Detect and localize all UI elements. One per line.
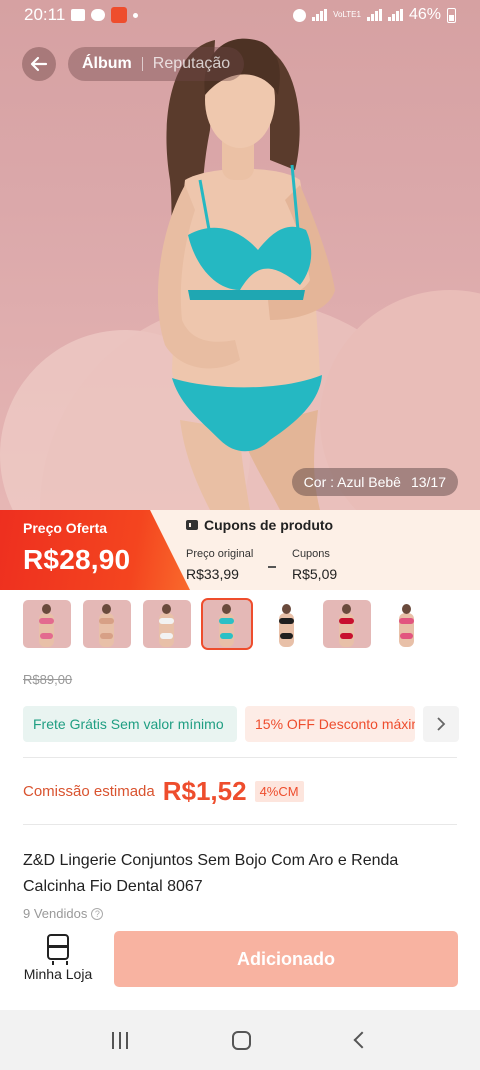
gallery-notification-icon	[71, 9, 86, 21]
coupon-col: Cupons R$5,09	[292, 548, 337, 582]
media-tabs: Álbum Reputação	[68, 47, 245, 81]
status-bar: 20:11 VoLTE1 46%	[0, 0, 480, 30]
tab-album[interactable]: Álbum	[82, 55, 132, 73]
product-image[interactable]	[0, 0, 480, 510]
variant-swatch-bottom	[280, 633, 293, 639]
added-button[interactable]: Adicionado	[114, 931, 458, 987]
action-bar: Minha Loja Adicionado	[0, 920, 480, 1008]
recent-apps-button[interactable]	[112, 1031, 129, 1049]
variant-swatch-bottom	[100, 633, 113, 639]
price-banner[interactable]: Preço Oferta R$28,90 Cupons de produto P…	[0, 510, 480, 590]
system-navigation-bar	[0, 1010, 480, 1070]
commission-value: R$1,52	[162, 776, 247, 806]
commission-label: Comissão estimada	[23, 783, 155, 800]
variant-thumbnail-rose[interactable]	[383, 600, 431, 648]
store-icon	[47, 934, 69, 965]
variant-swatch-top	[279, 618, 294, 624]
divider	[23, 824, 457, 825]
battery-icon	[447, 7, 456, 23]
coupon-label: Cupons	[292, 548, 330, 560]
model-photo	[157, 38, 335, 510]
list-price: R$89,00	[23, 672, 73, 687]
variant-swatch-bottom	[160, 633, 173, 639]
sold-count-text: 9 Vendidos	[23, 906, 88, 921]
offer-label: Preço Oferta	[23, 520, 108, 536]
coupons-title: Cupons de produto	[186, 517, 333, 533]
battery-percent: 46%	[408, 6, 441, 23]
original-price-label: Preço original	[186, 548, 254, 560]
commission-rate-badge: 4%CM	[254, 781, 304, 802]
more-promotions-button[interactable]	[423, 706, 459, 742]
variant-figure-head	[42, 604, 51, 614]
coupon-value: R$5,09	[292, 566, 338, 582]
variant-swatch-top	[39, 618, 54, 624]
color-label: Cor : Azul Bebê	[303, 474, 401, 490]
offer-price: R$28,90	[23, 544, 131, 575]
back-button[interactable]	[22, 47, 56, 81]
home-button[interactable]	[232, 1030, 252, 1050]
variant-thumbnail-black[interactable]	[263, 600, 311, 648]
chevron-right-icon	[437, 717, 446, 731]
lte-icon: VoLTE1	[333, 10, 361, 19]
variant-figure-head	[162, 604, 171, 614]
coupon-icon	[186, 520, 198, 530]
variant-swatch-bottom	[340, 633, 353, 639]
help-icon[interactable]: ?	[91, 907, 104, 920]
discount-tag[interactable]: 15% OFF Desconto máximo	[245, 706, 415, 742]
variant-figure-head	[102, 604, 111, 614]
tab-reputation[interactable]: Reputação	[153, 55, 230, 73]
my-store-button[interactable]: Minha Loja	[18, 934, 98, 994]
variant-figure-head	[342, 604, 351, 614]
coupons-title-text: Cupons de produto	[204, 517, 334, 533]
divider	[23, 757, 457, 758]
variant-swatch-bottom	[40, 633, 53, 639]
system-back-button[interactable]	[353, 1031, 371, 1049]
commission-row: Comissão estimada R$1,52 4%CM	[23, 776, 304, 807]
variant-thumbnail-pink[interactable]	[23, 600, 71, 648]
product-title: Z&D Lingerie Conjuntos Sem Bojo Com Aro …	[23, 852, 399, 895]
variant-swatch-top	[339, 618, 354, 624]
sold-count: 9 Vendidos ?	[23, 906, 104, 921]
variant-thumbnails	[23, 598, 463, 652]
back-arrow-icon	[30, 56, 48, 72]
wifi-icon	[312, 9, 328, 21]
offer-price-block: Preço Oferta R$28,90	[0, 510, 190, 590]
minus-icon	[268, 566, 276, 568]
more-notifications-icon	[133, 12, 139, 18]
variant-figure-head	[222, 604, 231, 614]
variant-thumbnail-red[interactable]	[323, 600, 371, 648]
alarm-icon	[293, 8, 307, 22]
my-store-label: Minha Loja	[23, 966, 93, 982]
free-shipping-tag[interactable]: Frete Grátis Sem valor mínimo	[23, 706, 237, 742]
image-counter: 13/17	[410, 474, 446, 490]
signal-icon	[366, 9, 382, 21]
signal-icon-2	[387, 9, 403, 21]
promotions-row: Frete Grátis Sem valor mínimo 15% OFF De…	[23, 706, 459, 742]
variant-swatch-top	[219, 618, 234, 624]
original-price-value: R$33,99	[186, 566, 239, 582]
variant-swatch-bottom	[400, 633, 413, 639]
variant-swatch-bottom	[220, 633, 233, 639]
variant-swatch-top	[99, 618, 114, 624]
variant-thumbnail-white[interactable]	[143, 600, 191, 648]
variant-figure-head	[282, 604, 291, 614]
variant-swatch-top	[159, 618, 174, 624]
cloud-notification-icon	[91, 9, 106, 21]
variant-swatch-top	[399, 618, 414, 624]
shopee-notification-icon	[111, 7, 128, 23]
original-price-col: Preço original R$33,99	[186, 548, 253, 582]
variant-figure-head	[402, 604, 411, 614]
tab-separator	[141, 57, 143, 71]
variant-thumbnail-blue[interactable]	[201, 598, 253, 650]
variant-thumbnail-nude[interactable]	[83, 600, 131, 648]
status-time: 20:11	[24, 5, 66, 24]
color-indicator: Cor : Azul Bebê 13/17	[291, 468, 458, 496]
